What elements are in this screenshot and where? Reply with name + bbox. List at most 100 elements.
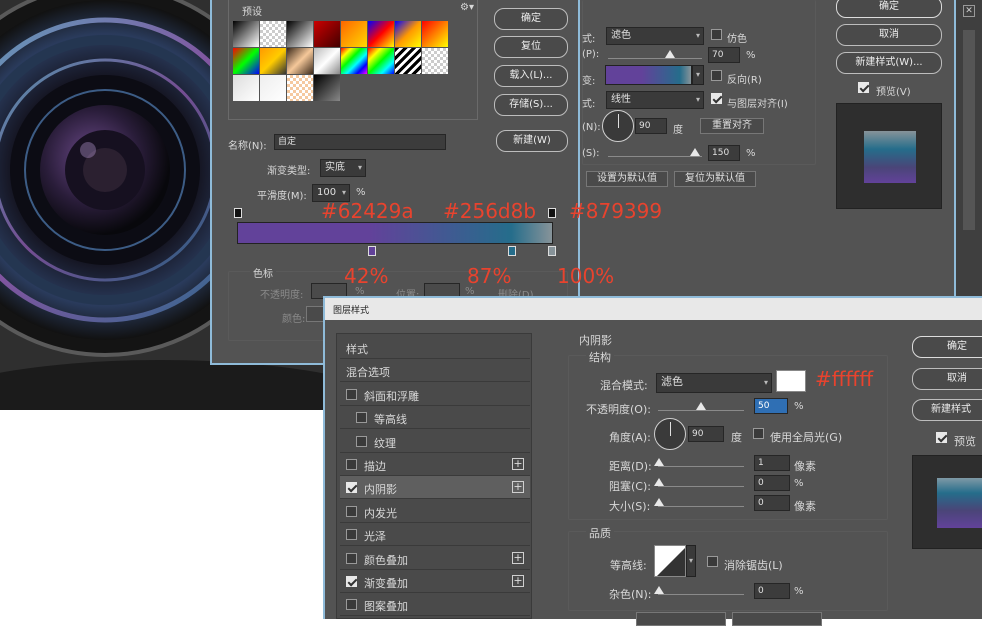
distance-thumb[interactable] <box>654 458 664 466</box>
sidebar-item[interactable]: 颜色叠加 + <box>340 547 530 570</box>
preset-swatch[interactable] <box>260 21 286 47</box>
overlay-preview-checkbox[interactable] <box>858 82 869 93</box>
add-effect-icon[interactable]: + <box>512 458 524 470</box>
sidebar-item[interactable]: 光泽 <box>340 523 530 547</box>
sidebar-item[interactable]: 斜面和浮雕 <box>340 383 530 406</box>
sidebar-item[interactable]: 内阴影 + <box>340 476 530 500</box>
bottom-buttons-partial[interactable] <box>636 612 726 626</box>
opacity-stop-left[interactable] <box>234 208 242 218</box>
gradient-reset-button[interactable]: 复位 <box>494 36 568 58</box>
preset-swatch[interactable] <box>395 21 421 47</box>
preset-swatch[interactable] <box>422 48 448 74</box>
sidebar-checkbox[interactable] <box>346 482 357 494</box>
layer-style-new-style-button[interactable]: 新建样式 <box>912 399 982 421</box>
scrollbar-right[interactable]: ✕ <box>954 0 982 300</box>
preset-swatch[interactable] <box>314 75 340 101</box>
sidebar-item[interactable]: 等高线 <box>340 406 530 430</box>
choke-slider[interactable] <box>658 486 744 487</box>
preset-swatch[interactable] <box>341 21 367 47</box>
gradient-load-button[interactable]: 载入(L)... <box>494 65 568 87</box>
sidebar-item[interactable]: 渐变叠加 + <box>340 570 530 593</box>
preset-swatch[interactable] <box>314 21 340 47</box>
gradient-ok-button[interactable]: 确定 <box>494 8 568 30</box>
preset-swatch[interactable] <box>260 48 286 74</box>
inner-angle-field[interactable]: 90 <box>688 426 724 442</box>
preset-swatch[interactable] <box>341 48 367 74</box>
gradient-bar[interactable] <box>237 222 553 244</box>
preset-swatch[interactable] <box>368 48 394 74</box>
layer-style-preview-checkbox[interactable] <box>936 432 947 443</box>
gradient-type-select[interactable]: 实底 ▾ <box>320 159 366 177</box>
inner-angle-dial[interactable] <box>654 418 686 450</box>
layer-style-ok-button[interactable]: 确定 <box>912 336 982 358</box>
overlay-opacity-field[interactable]: 70 <box>708 47 740 63</box>
overlay-new-style-button[interactable]: 新建样式(W)... <box>836 52 942 74</box>
color-stop-42[interactable] <box>368 246 376 256</box>
sidebar-checkbox[interactable] <box>356 412 367 424</box>
preset-swatch[interactable] <box>314 48 340 74</box>
add-effect-icon[interactable]: + <box>512 481 524 494</box>
sidebar-item[interactable]: 图案叠加 <box>340 593 530 617</box>
overlay-style-select[interactable]: 线性 ▾ <box>606 91 704 109</box>
contour-picker[interactable] <box>654 545 686 577</box>
sidebar-item[interactable]: 混合选项 <box>340 359 530 383</box>
overlay-scale-field[interactable]: 150 <box>708 145 740 161</box>
preset-swatch[interactable] <box>233 75 259 101</box>
align-layer-checkbox[interactable] <box>711 93 722 104</box>
gradient-save-button[interactable]: 存储(S)... <box>494 94 568 116</box>
preset-swatch[interactable] <box>233 21 259 47</box>
overlay-cancel-button[interactable]: 取消 <box>836 24 942 46</box>
distance-slider[interactable] <box>658 466 744 467</box>
bottom-buttons-partial-2[interactable] <box>732 612 822 626</box>
preset-swatch[interactable] <box>422 21 448 47</box>
overlay-opacity-thumb[interactable] <box>665 50 675 58</box>
distance-field[interactable]: 1 <box>754 455 790 471</box>
overlay-opacity-slider[interactable] <box>608 58 702 59</box>
inner-opacity-thumb[interactable] <box>696 402 706 410</box>
overlay-gradient-dropdown[interactable]: ▾ <box>692 65 704 85</box>
preset-swatch[interactable] <box>260 75 286 101</box>
preset-swatch[interactable] <box>287 21 313 47</box>
presets-gear-icon[interactable]: ⚙▾ <box>460 2 474 13</box>
preset-swatch[interactable] <box>287 75 313 101</box>
overlay-angle-field[interactable]: 90 <box>635 118 667 134</box>
inner-blend-select[interactable]: 滤色 ▾ <box>656 373 772 393</box>
sidebar-checkbox[interactable] <box>346 599 357 611</box>
noise-slider[interactable] <box>658 594 744 595</box>
contour-dropdown[interactable]: ▾ <box>686 545 696 577</box>
preset-swatch[interactable] <box>368 21 394 47</box>
preset-swatch-grid[interactable] <box>233 21 448 101</box>
sidebar-checkbox[interactable] <box>346 388 357 400</box>
sidebar-checkbox[interactable] <box>346 552 357 564</box>
size-slider[interactable] <box>658 506 744 507</box>
choke-field[interactable]: 0 <box>754 475 790 491</box>
sidebar-item[interactable]: 纹理 <box>340 430 530 453</box>
inner-opacity-slider[interactable] <box>658 410 744 411</box>
overlay-blend-select[interactable]: 滤色 ▾ <box>606 27 704 45</box>
reset-default-button[interactable]: 复位为默认值 <box>674 171 756 187</box>
color-stop-87[interactable] <box>508 246 516 256</box>
layer-style-cancel-button[interactable]: 取消 <box>912 368 982 390</box>
reset-alignment-button[interactable]: 重置对齐 <box>700 118 764 134</box>
sidebar-checkbox[interactable] <box>346 576 357 587</box>
choke-thumb[interactable] <box>654 478 664 486</box>
overlay-gradient-preview[interactable] <box>605 65 692 85</box>
add-effect-icon[interactable]: + <box>512 575 524 587</box>
dither-checkbox[interactable] <box>711 29 722 40</box>
new-gradient-button[interactable]: 新建(W) <box>496 130 568 152</box>
scrollbar-thumb[interactable] <box>963 30 975 230</box>
noise-thumb[interactable] <box>654 586 664 594</box>
overlay-scale-thumb[interactable] <box>690 148 700 156</box>
set-default-button[interactable]: 设置为默认值 <box>586 171 668 187</box>
add-effect-icon[interactable]: + <box>512 551 524 564</box>
sidebar-item[interactable]: 样式 <box>340 336 530 359</box>
gradient-name-input[interactable]: 自定 <box>274 134 446 150</box>
inner-shadow-color-swatch[interactable] <box>776 370 806 392</box>
preset-swatch[interactable] <box>287 48 313 74</box>
size-field[interactable]: 0 <box>754 495 790 511</box>
color-stop-100[interactable] <box>548 246 556 256</box>
size-thumb[interactable] <box>654 498 664 506</box>
overlay-angle-dial[interactable] <box>602 110 634 142</box>
sidebar-item[interactable]: 内发光 <box>340 500 530 523</box>
preset-swatch[interactable] <box>395 48 421 74</box>
